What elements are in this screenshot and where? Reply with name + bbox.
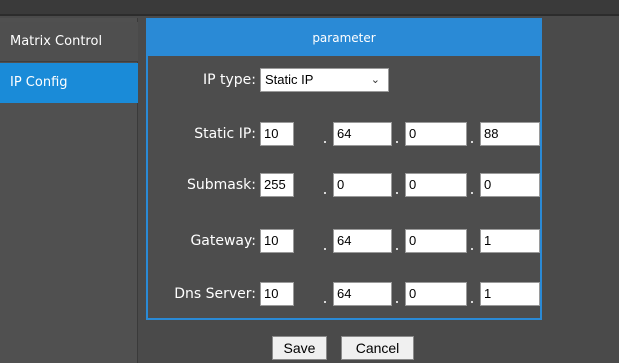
static-ip-octet-1[interactable]: 10 [260,122,294,146]
gateway-octet-1[interactable]: 10 [260,229,294,253]
submask-octet-2[interactable]: 0 [333,173,392,197]
octet-separator [396,192,398,194]
cancel-button[interactable]: Cancel [341,336,414,360]
right-empty-area [550,18,619,363]
static-ip-octet-3[interactable]: 0 [405,122,467,146]
main-content: parameter IP type: Static IP ⌄ Static IP… [138,18,550,363]
dns-server-octet-2[interactable]: 64 [333,282,392,306]
ip-type-label: IP type: [202,72,256,88]
octet-separator [396,301,398,303]
top-bar-divider [0,14,619,16]
dns-server-label: Dns Server: [174,286,256,302]
octet-separator [324,141,326,143]
dns-server-octet-4[interactable]: 1 [480,282,540,306]
dns-server-octet-3[interactable]: 0 [405,282,467,306]
octet-separator [324,192,326,194]
octet-separator [471,192,473,194]
submask-octet-1[interactable]: 255 [260,173,294,197]
ip-type-value: Static IP [265,72,314,87]
submask-octet-3[interactable]: 0 [405,173,467,197]
save-button[interactable]: Save [272,336,327,360]
static-ip-octet-4[interactable]: 88 [480,122,540,146]
gateway-octet-3[interactable]: 0 [405,229,467,253]
gateway-octet-2[interactable]: 64 [333,229,392,253]
sidebar-item-matrix-control[interactable]: Matrix Control [0,22,138,62]
ip-type-select[interactable]: Static IP ⌄ [260,68,389,92]
octet-separator [471,141,473,143]
submask-label: Submask: [187,177,256,193]
octet-separator [471,301,473,303]
chevron-down-icon: ⌄ [370,74,380,86]
octet-separator [396,141,398,143]
octet-separator [324,248,326,250]
octet-separator [471,248,473,250]
panel-title: parameter [148,20,540,56]
sidebar-item-ip-config[interactable]: IP Config [0,63,138,103]
parameter-panel: parameter IP type: Static IP ⌄ Static IP… [146,18,542,320]
dns-server-octet-1[interactable]: 10 [260,282,294,306]
gateway-label: Gateway: [190,233,256,249]
octet-separator [324,301,326,303]
top-bar [0,0,619,16]
gateway-octet-4[interactable]: 1 [480,229,540,253]
static-ip-label: Static IP: [194,126,256,142]
static-ip-octet-2[interactable]: 64 [333,122,392,146]
submask-octet-4[interactable]: 0 [480,173,540,197]
octet-separator [396,248,398,250]
sidebar: Matrix Control IP Config [0,18,138,363]
